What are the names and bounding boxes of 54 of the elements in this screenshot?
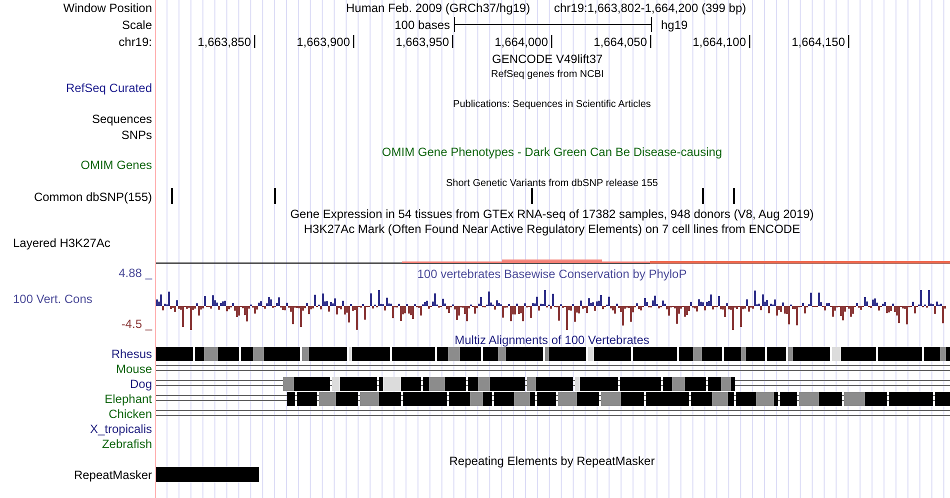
track-title: 100 vertebrates Basewise Conservation by PhyloP	[417, 267, 687, 281]
track-label: 100 Vert. Cons	[13, 292, 92, 306]
ruler-label: 1,664,150	[792, 35, 845, 49]
ruler-tick	[650, 35, 652, 48]
ruler-tick	[848, 35, 850, 48]
track-label: Common dbSNP(155)	[34, 190, 152, 204]
snp-mark[interactable]	[733, 188, 735, 204]
assembly-title: Human Feb. 2009 (GRCh37/hg19)	[346, 1, 530, 15]
row-label: Window Position	[63, 1, 152, 15]
track-title: Publications: Sequences in Scientific Articles	[453, 99, 651, 110]
track-label: RepeatMasker	[74, 468, 152, 482]
track-title: Short Genetic Variants from dbSNP release 155	[446, 178, 658, 189]
species-label: Dog	[130, 377, 152, 391]
species-label: Zebrafish	[102, 437, 152, 451]
repeat-block[interactable]	[156, 467, 259, 482]
ruler-label: 1,664,100	[692, 35, 746, 49]
track-label: RefSeq Curated	[66, 81, 152, 95]
ruler-tick	[551, 35, 552, 48]
ruler-label: 1,663,900	[296, 35, 350, 49]
snp-mark[interactable]	[531, 188, 533, 204]
ruler-label: 1,663,950	[396, 35, 449, 49]
row-label: chr19:	[118, 35, 152, 49]
ruler-label: 1,664,000	[494, 35, 548, 49]
track-label: Sequences	[92, 112, 152, 126]
track-title: Repeating Elements by RepeatMasker	[449, 454, 655, 468]
scale-text: 100 bases	[394, 18, 450, 32]
track-label: OMIM Genes	[80, 158, 152, 172]
ruler-tick	[749, 35, 750, 48]
ruler-tick	[452, 35, 454, 48]
snp-mark[interactable]	[274, 188, 276, 204]
species-label: Chicken	[108, 407, 152, 421]
ruler-tick	[254, 35, 256, 48]
track-label: Layered H3K27Ac	[13, 236, 110, 250]
track-title: Multiz Alignments of 100 Vertebrates	[454, 333, 650, 347]
species-label: Mouse	[116, 362, 152, 376]
track-title: RefSeq genes from NCBI	[491, 69, 604, 80]
species-label: Elephant	[104, 392, 152, 406]
snp-mark[interactable]	[702, 188, 704, 204]
assembly-name: hg19	[661, 18, 688, 32]
ruler-tick	[353, 35, 354, 48]
track-title: GENCODE V49lift37	[492, 52, 603, 66]
ruler-label: 1,664,050	[594, 35, 647, 49]
track-title: Gene Expression in 54 tissues from GTEx RNA-seq of 17382 samples, 948 donors (V8, Aug 2019)	[290, 207, 814, 221]
track-title: OMIM Gene Phenotypes - Dark Green Can Be Disease-causing	[382, 145, 722, 159]
ruler-label: 1,663,850	[198, 35, 251, 49]
axis-label: 4.88 _	[118, 266, 152, 280]
track-label: SNPs	[121, 128, 152, 142]
species-label: Rhesus	[111, 347, 152, 361]
position-text: chr19:1,663,802-1,664,200 (399 bp)	[554, 1, 746, 15]
snp-mark[interactable]	[171, 188, 173, 204]
species-label: X_tropicalis	[90, 422, 152, 436]
track-title: H3K27Ac Mark (Often Found Near Active Regulatory Elements) on 7 cell lines from ENCODE	[304, 222, 800, 236]
axis-label: -4.5 _	[121, 317, 152, 331]
row-label: Scale	[122, 18, 152, 32]
